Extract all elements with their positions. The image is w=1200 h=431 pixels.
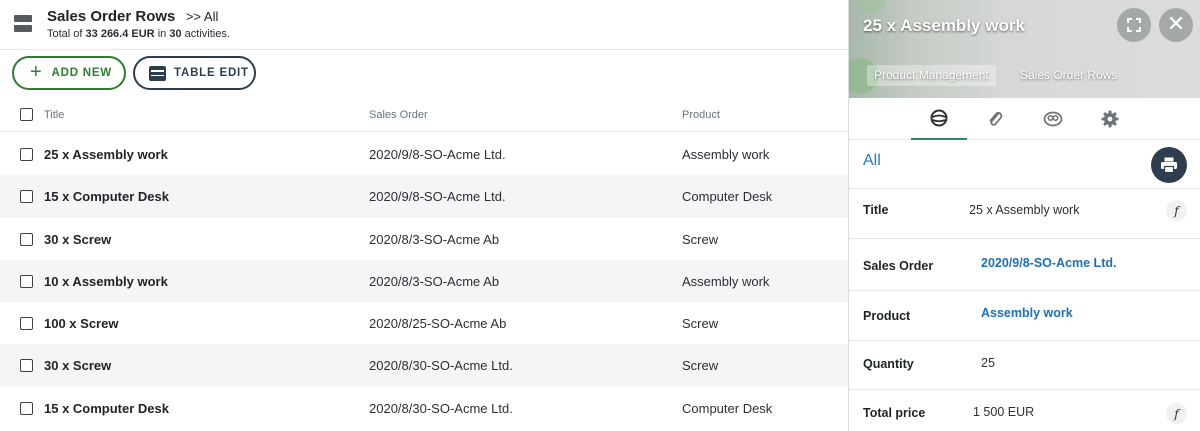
select-all-checkbox[interactable] (20, 108, 33, 121)
print-button[interactable] (1151, 147, 1187, 183)
row-checkbox[interactable] (20, 274, 33, 288)
table-row[interactable]: 25 x Assembly work 2020/9/8-SO-Acme Ltd.… (0, 133, 848, 175)
table-row[interactable]: 15 x Computer Desk 2020/8/30-SO-Acme Ltd… (0, 387, 848, 429)
row-checkbox[interactable] (20, 190, 33, 204)
page-title: Sales Order Rows (47, 8, 176, 25)
panel-banner: 25 x Assembly work ✕ Product Management … (849, 0, 1200, 98)
field-quantity: Quantity 25 (849, 340, 1200, 389)
field-label-title: Title (863, 203, 889, 217)
breadcrumb[interactable]: >> All (186, 9, 219, 24)
row-title[interactable]: 15 x Computer Desk (44, 189, 169, 204)
panel-tabs (849, 98, 1200, 140)
list-area: Sales Order Rows >> All Total of 33 266.… (0, 0, 848, 431)
row-sales-order: 2020/9/8-SO-Acme Ltd. (369, 189, 506, 205)
row-title[interactable]: 25 x Assembly work (44, 147, 168, 162)
field-value-quantity[interactable]: 25 (981, 356, 995, 370)
row-checkbox[interactable] (20, 232, 33, 246)
formula-icon[interactable]: f (1166, 200, 1187, 221)
field-product: Product Assembly work (849, 290, 1200, 340)
row-title[interactable]: 15 x Computer Desk (44, 401, 169, 416)
page-title-line: Sales Order Rows >> All (47, 8, 218, 26)
row-title[interactable]: 100 x Screw (44, 316, 118, 331)
tab-links[interactable] (1025, 98, 1081, 140)
row-product: Assembly work (682, 273, 770, 289)
tab-attachments[interactable] (967, 98, 1023, 140)
row-title[interactable]: 30 x Screw (44, 232, 111, 247)
summary-text: Total of 33 266.4 EUR in 30 activities. (47, 28, 230, 40)
summary-mid: in (157, 28, 167, 40)
overview-icon (930, 109, 948, 127)
field-sales-order: Sales Order 2020/9/8-SO-Acme Ltd. (849, 238, 1200, 290)
expand-icon (1127, 18, 1141, 32)
close-icon: ✕ (1166, 11, 1186, 36)
field-title: Title 25 x Assembly work f (849, 188, 1200, 238)
close-button[interactable]: ✕ (1159, 8, 1193, 42)
row-sales-order: 2020/8/3-SO-Acme Ab (369, 273, 500, 289)
tag-sales-order-rows[interactable]: Sales Order Rows (1013, 65, 1124, 86)
summary-amount: 33 266.4 EUR (85, 28, 155, 40)
field-value-title[interactable]: 25 x Assembly work (969, 203, 1079, 217)
field-value-sales-order-link[interactable]: 2020/9/8-SO-Acme Ltd. (981, 256, 1116, 270)
row-title[interactable]: 10 x Assembly work (44, 274, 168, 289)
row-checkbox[interactable] (20, 317, 33, 331)
column-header-product[interactable]: Product (682, 109, 720, 121)
gear-icon (1101, 110, 1119, 128)
banner-leaf-decoration (859, 0, 885, 14)
row-product: Screw (682, 231, 719, 247)
table-row[interactable]: 30 x Screw 2020/8/3-SO-Acme Ab Screw (0, 218, 848, 260)
link-icon (1043, 111, 1063, 127)
table-icon (149, 65, 166, 81)
row-checkbox[interactable] (20, 401, 33, 415)
row-checkbox[interactable] (20, 148, 33, 161)
table-row[interactable]: 15 x Computer Desk 2020/9/8-SO-Acme Ltd.… (0, 175, 848, 218)
list-header: Sales Order Rows >> All Total of 33 266.… (0, 0, 848, 50)
expand-button[interactable] (1117, 8, 1151, 42)
field-label-quantity: Quantity (863, 357, 914, 371)
tag-product-management[interactable]: Product Management (867, 65, 996, 86)
plus-icon: + (30, 61, 43, 83)
tab-overview[interactable] (911, 98, 967, 140)
field-value-product-link[interactable]: Assembly work (981, 306, 1073, 320)
panel-title: 25 x Assembly work (863, 16, 1025, 35)
field-label-total-price: Total price (863, 406, 926, 420)
table-header: Title Sales Order Product (0, 98, 848, 132)
attachment-icon (989, 111, 1003, 126)
menu-icon[interactable] (14, 15, 32, 33)
column-header-sales-order[interactable]: Sales Order (369, 109, 428, 121)
row-product: Screw (682, 316, 719, 332)
table-edit-button[interactable]: TABLE EDIT (133, 56, 256, 90)
row-sales-order: 2020/9/8-SO-Acme Ltd. (369, 147, 506, 162)
row-checkbox[interactable] (20, 359, 33, 373)
row-sales-order: 2020/8/30-SO-Acme Ltd. (369, 400, 513, 416)
row-product: Computer Desk (682, 189, 773, 205)
field-label-product: Product (863, 309, 911, 323)
section-all-title: All (863, 152, 881, 169)
row-sales-order: 2020/8/3-SO-Acme Ab (369, 231, 500, 247)
table-body: 25 x Assembly work 2020/9/8-SO-Acme Ltd.… (0, 133, 848, 429)
row-sales-order: 2020/8/25-SO-Acme Ab (369, 316, 507, 332)
detail-panel: 25 x Assembly work ✕ Product Management … (848, 0, 1200, 431)
table-edit-label: TABLE EDIT (174, 67, 249, 79)
toolbar: + ADD NEW TABLE EDIT (0, 50, 848, 98)
table-row[interactable]: 30 x Screw 2020/8/30-SO-Acme Ltd. Screw (0, 344, 848, 387)
tab-settings[interactable] (1082, 98, 1138, 140)
summary-count: 30 (169, 28, 182, 40)
field-value-total-price[interactable]: 1 500 EUR (973, 405, 1034, 419)
table-row[interactable]: 100 x Screw 2020/8/25-SO-Acme Ab Screw (0, 302, 848, 344)
summary-prefix: Total of (47, 28, 83, 40)
add-new-button[interactable]: + ADD NEW (12, 56, 126, 90)
row-product: Computer Desk (682, 400, 773, 416)
add-new-label: ADD NEW (51, 67, 113, 79)
print-icon (1161, 157, 1177, 173)
row-product: Assembly work (682, 147, 770, 162)
row-sales-order: 2020/8/30-SO-Acme Ltd. (369, 358, 513, 374)
row-title[interactable]: 30 x Screw (44, 358, 111, 373)
field-total-price: Total price 1 500 EUR f (849, 389, 1200, 431)
table-row[interactable]: 10 x Assembly work 2020/8/3-SO-Acme Ab A… (0, 259, 848, 303)
field-label-sales-order: Sales Order (863, 259, 934, 273)
row-product: Screw (682, 358, 719, 374)
formula-icon[interactable]: f (1166, 403, 1187, 424)
summary-suffix: activities. (184, 28, 230, 40)
column-header-title[interactable]: Title (44, 109, 64, 121)
